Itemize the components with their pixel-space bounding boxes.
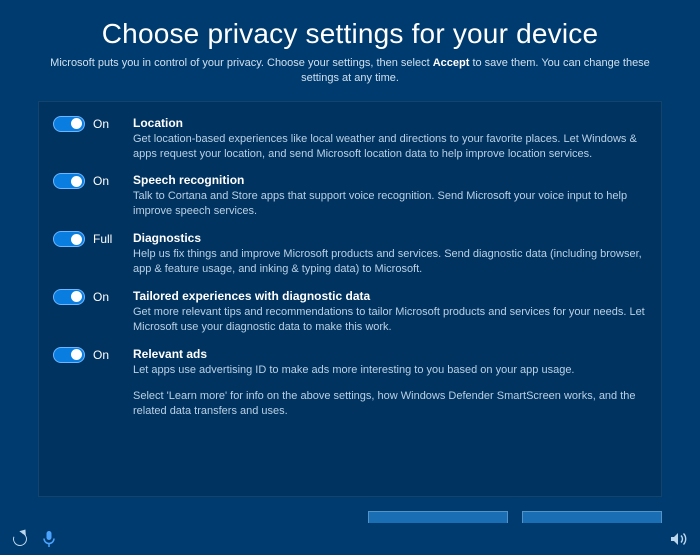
ease-of-access-icon[interactable] — [12, 529, 28, 549]
settings-panel: On Location Get location-based experienc… — [38, 101, 662, 497]
toggle-state-ads: On — [93, 348, 109, 362]
taskbar — [0, 523, 700, 555]
setting-desc-location: Get location-based experiences like loca… — [133, 132, 645, 162]
setting-row-ads: On Relevant ads Let apps use advertising… — [53, 347, 645, 378]
cortana-mic-icon[interactable] — [42, 530, 56, 548]
setting-row-location: On Location Get location-based experienc… — [53, 116, 645, 162]
page-title: Choose privacy settings for your device — [38, 18, 662, 50]
setting-row-speech: On Speech recognition Talk to Cortana an… — [53, 173, 645, 219]
toggle-tailored[interactable] — [53, 289, 85, 305]
setting-title-diagnostics: Diagnostics — [133, 231, 645, 245]
toggle-speech[interactable] — [53, 173, 85, 189]
learn-more-note: Select 'Learn more' for info on the abov… — [133, 389, 645, 419]
toggle-state-location: On — [93, 117, 109, 131]
setting-desc-diagnostics: Help us fix things and improve Microsoft… — [133, 247, 645, 277]
volume-icon[interactable] — [670, 531, 688, 547]
setting-row-tailored: On Tailored experiences with diagnostic … — [53, 289, 645, 335]
setting-desc-speech: Talk to Cortana and Store apps that supp… — [133, 189, 645, 219]
subtitle-pre: Microsoft puts you in control of your pr… — [50, 57, 433, 69]
toggle-ads[interactable] — [53, 347, 85, 363]
setting-desc-ads: Let apps use advertising ID to make ads … — [133, 363, 645, 378]
subtitle-bold: Accept — [433, 57, 470, 69]
setting-row-diagnostics: Full Diagnostics Help us fix things and … — [53, 231, 645, 277]
setting-title-ads: Relevant ads — [133, 347, 645, 361]
toggle-state-diagnostics: Full — [93, 232, 112, 246]
setting-title-tailored: Tailored experiences with diagnostic dat… — [133, 289, 645, 303]
toggle-diagnostics[interactable] — [53, 231, 85, 247]
toggle-location[interactable] — [53, 116, 85, 132]
page-subtitle: Microsoft puts you in control of your pr… — [38, 56, 662, 87]
setting-title-speech: Speech recognition — [133, 173, 645, 187]
toggle-state-tailored: On — [93, 290, 109, 304]
toggle-state-speech: On — [93, 174, 109, 188]
setting-desc-tailored: Get more relevant tips and recommendatio… — [133, 305, 645, 335]
setting-title-location: Location — [133, 116, 645, 130]
